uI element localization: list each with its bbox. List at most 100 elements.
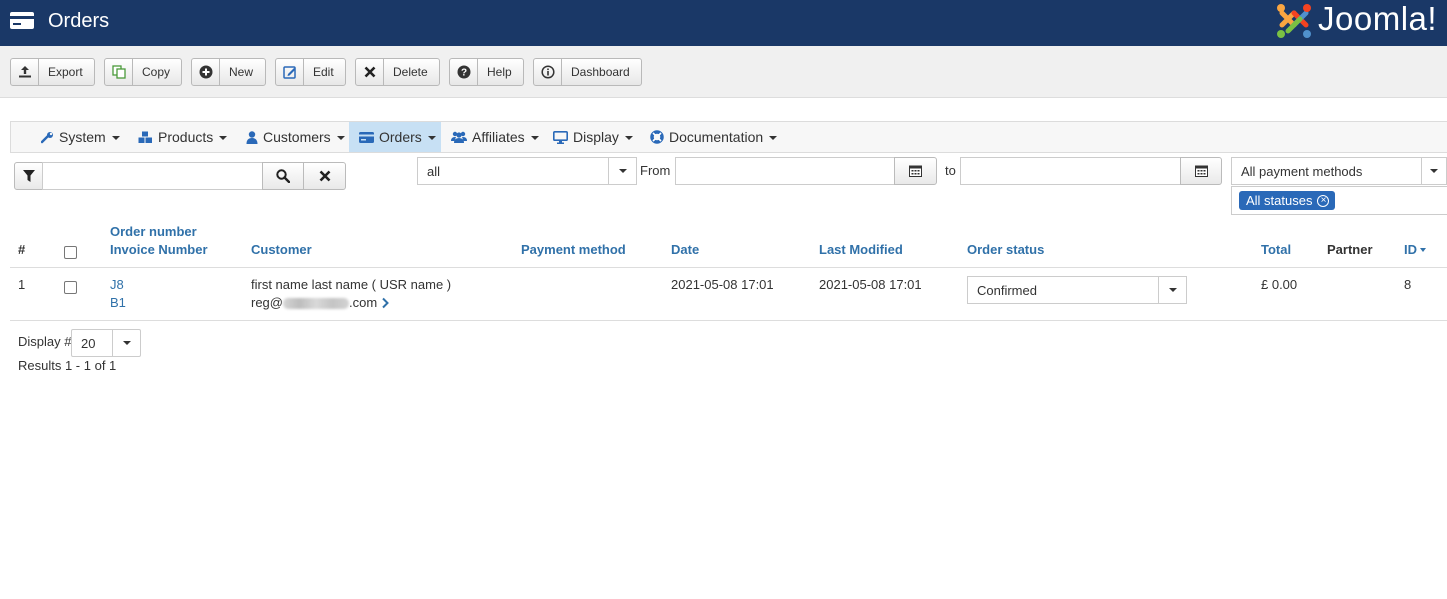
monitor-icon [553, 130, 568, 144]
users-icon [451, 131, 467, 143]
menu-orders-label: Orders [379, 129, 422, 145]
clear-search-button[interactable] [303, 162, 346, 190]
toolbar: Export Copy New Edit Delete ? Help Dashb… [0, 46, 1447, 98]
customer-name: first name last name ( USR name ) [251, 277, 452, 292]
calendar-icon [1194, 165, 1208, 177]
customer-email-prefix: reg@ [251, 295, 283, 310]
calendar-icon [909, 165, 922, 177]
chevron-down-icon [1158, 277, 1186, 303]
payment-method-select[interactable]: All payment methods [1231, 157, 1447, 185]
menu-system-label: System [59, 129, 106, 145]
order-id: 8 [1404, 277, 1412, 292]
question-circle-icon: ? [450, 59, 478, 85]
dashboard-label: Dashboard [571, 65, 630, 79]
export-button[interactable]: Export [10, 58, 95, 86]
close-icon [319, 170, 330, 182]
to-date-input[interactable] [960, 157, 1181, 185]
search-button[interactable] [262, 162, 304, 190]
col-header-total[interactable]: Total [1261, 241, 1291, 259]
delete-button[interactable]: Delete [355, 58, 440, 86]
dashboard-button[interactable]: Dashboard [533, 58, 642, 86]
cubes-icon [138, 131, 153, 144]
status-filter-tag[interactable]: All statuses × [1239, 191, 1336, 210]
svg-text:?: ? [460, 68, 466, 79]
col-header-order-number[interactable]: Order number [110, 223, 197, 241]
remove-tag-icon[interactable]: × [1317, 194, 1330, 207]
redacted-email-domain [283, 297, 349, 309]
chevron-down-icon [112, 330, 140, 356]
filter-icon [22, 170, 35, 182]
menu-documentation-label: Documentation [669, 129, 764, 145]
credit-card-icon [10, 12, 34, 29]
menu-customers[interactable]: Customers [238, 122, 353, 152]
menu-system[interactable]: System [33, 122, 128, 152]
col-header-customer[interactable]: Customer [251, 241, 312, 259]
new-label: New [229, 65, 254, 79]
col-header-payment-method[interactable]: Payment method [521, 241, 626, 259]
status-filter-tag-label: All statuses [1246, 193, 1313, 208]
menu-display[interactable]: Display [545, 122, 641, 152]
col-header-id[interactable]: ID [1404, 241, 1426, 259]
period-select[interactable]: all [417, 157, 637, 185]
credit-card-icon [359, 131, 374, 143]
order-total: £ 0.00 [1261, 277, 1298, 292]
menu-orders[interactable]: Orders [349, 122, 441, 152]
from-label: From [640, 163, 671, 178]
menu-display-label: Display [573, 129, 619, 145]
order-status-value: Confirmed [977, 282, 1037, 298]
plus-circle-icon [192, 59, 220, 85]
menu-affiliates-label: Affiliates [472, 129, 525, 145]
sort-desc-icon [1420, 248, 1426, 252]
col-header-id-label: ID [1404, 242, 1417, 257]
menu-affiliates[interactable]: Affiliates [443, 122, 547, 152]
results-count: Results 1 - 1 of 1 [18, 358, 117, 373]
user-icon [246, 130, 258, 144]
col-header-invoice-number[interactable]: Invoice Number [110, 241, 208, 259]
customer-email-suffix: .com [349, 295, 378, 310]
menu-customers-label: Customers [263, 129, 331, 145]
display-count-value: 20 [81, 335, 96, 351]
period-select-value: all [427, 163, 441, 179]
help-button[interactable]: ? Help [449, 58, 524, 86]
row-number: 1 [18, 277, 26, 292]
filter-toggle-button[interactable] [14, 162, 43, 190]
order-number-link[interactable]: J8 [110, 276, 124, 294]
copy-button[interactable]: Copy [104, 58, 182, 86]
menu-products[interactable]: Products [130, 122, 235, 152]
customer-email[interactable]: reg@ .com [251, 294, 390, 312]
search-icon [276, 169, 290, 183]
col-header-last-modified[interactable]: Last Modified [819, 241, 903, 259]
header-bar: Orders Joomla! [0, 0, 1447, 46]
order-status-select[interactable]: Confirmed [967, 276, 1187, 304]
chevron-down-icon [1421, 158, 1446, 184]
x-icon [356, 59, 384, 85]
new-button[interactable]: New [191, 58, 266, 86]
edit-icon [276, 59, 304, 85]
select-all-checkbox[interactable] [64, 246, 77, 259]
order-status-filter[interactable]: All statuses × [1231, 186, 1447, 215]
upload-icon [11, 59, 39, 85]
payment-method-select-value: All payment methods [1241, 163, 1363, 179]
chevron-right-icon[interactable] [380, 297, 390, 309]
copy-icon [105, 59, 133, 85]
col-header-number: # [18, 242, 26, 257]
col-header-partner: Partner [1327, 242, 1373, 257]
edit-label: Edit [313, 65, 334, 79]
last-modified-date: 2021-05-08 17:01 [819, 277, 922, 292]
edit-button[interactable]: Edit [275, 58, 346, 86]
menu-documentation[interactable]: Documentation [642, 122, 785, 152]
search-input[interactable] [42, 162, 263, 190]
to-label: to [945, 163, 956, 178]
menu-products-label: Products [158, 129, 214, 145]
from-calendar-button[interactable] [894, 157, 937, 185]
display-count-select[interactable]: 20 [71, 329, 141, 357]
invoice-number-link[interactable]: B1 [110, 294, 126, 312]
row-checkbox[interactable] [64, 281, 77, 294]
chevron-down-icon [608, 158, 636, 184]
col-header-order-status[interactable]: Order status [967, 241, 1044, 259]
col-header-date[interactable]: Date [671, 241, 699, 259]
from-date-input[interactable] [675, 157, 895, 185]
to-calendar-button[interactable] [1180, 157, 1222, 185]
lifebuoy-icon [650, 130, 664, 144]
info-circle-icon [534, 59, 562, 85]
